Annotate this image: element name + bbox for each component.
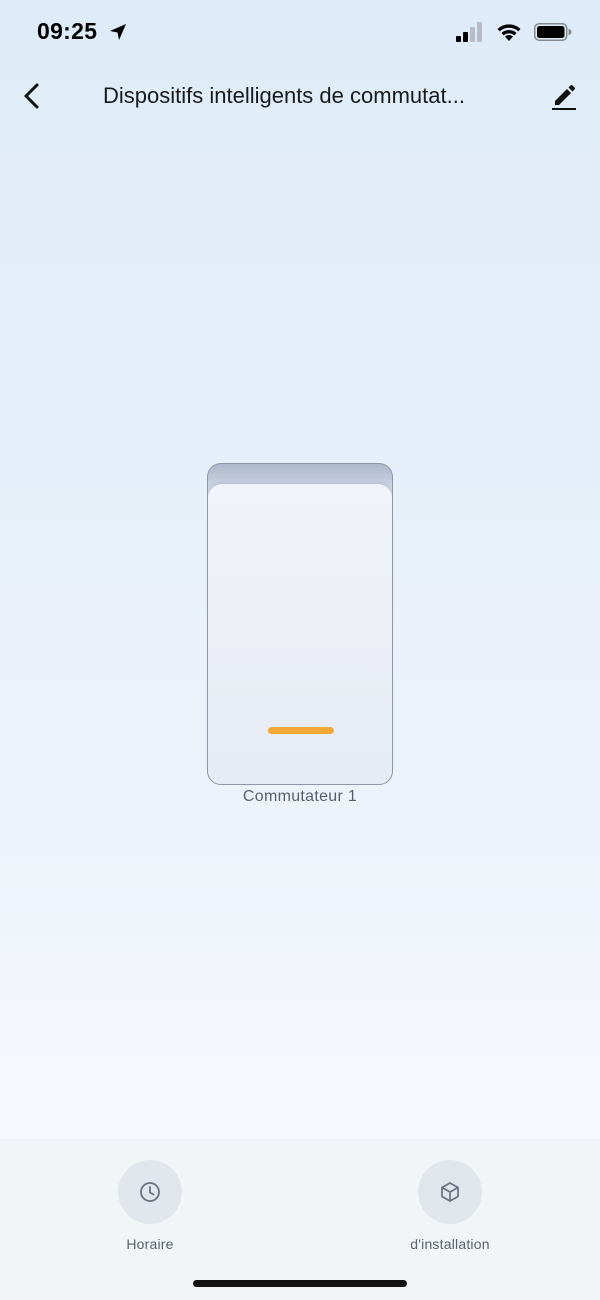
installation-button-circle bbox=[418, 1160, 482, 1224]
status-bar: 09:25 bbox=[0, 0, 600, 64]
clock-icon bbox=[140, 1182, 160, 1202]
page-title: Dispositifs intelligents de commutat... bbox=[103, 83, 465, 108]
wifi-icon bbox=[497, 24, 521, 41]
installation-label: d'installation bbox=[410, 1236, 490, 1252]
schedule-button[interactable]: Horaire bbox=[60, 1160, 240, 1252]
switch-face bbox=[208, 484, 392, 784]
cube-icon bbox=[441, 1182, 459, 1202]
home-indicator[interactable] bbox=[193, 1280, 407, 1287]
edit-button[interactable] bbox=[546, 78, 582, 114]
status-time: 09:25 bbox=[37, 18, 98, 44]
schedule-label: Horaire bbox=[126, 1236, 174, 1252]
status-indicators bbox=[456, 22, 572, 42]
pencil-icon bbox=[552, 85, 576, 110]
back-button[interactable] bbox=[14, 78, 50, 114]
switch-label: Commutateur 1 bbox=[242, 788, 358, 805]
cellular-signal-icon bbox=[456, 22, 482, 42]
navigation-bar: Dispositifs intelligents de commutat... bbox=[0, 64, 600, 128]
switch-indicator-light bbox=[268, 727, 334, 734]
switch-frame bbox=[207, 463, 393, 785]
chevron-left-icon bbox=[24, 83, 39, 109]
battery-icon bbox=[534, 23, 572, 41]
switch-toggle[interactable] bbox=[207, 463, 393, 785]
schedule-button-circle bbox=[118, 1160, 182, 1224]
location-arrow-icon bbox=[110, 24, 126, 40]
installation-button[interactable]: d'installation bbox=[360, 1160, 540, 1252]
bottom-action-bar: Horaire d'installation bbox=[0, 1139, 600, 1300]
